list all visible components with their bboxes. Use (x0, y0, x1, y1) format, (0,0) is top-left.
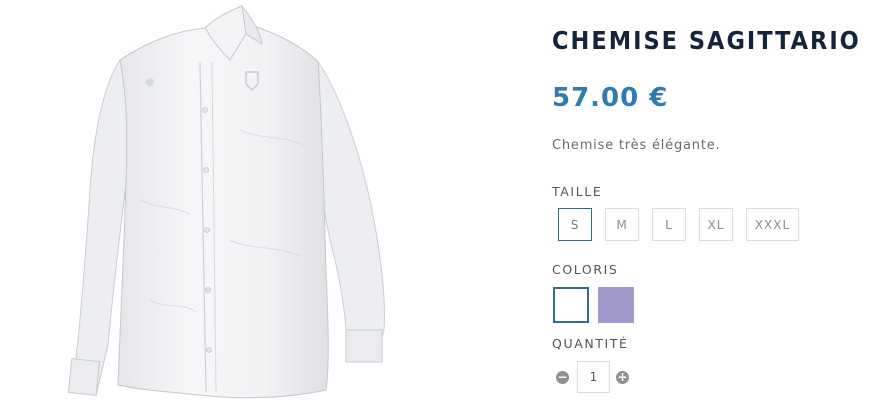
minus-circle-icon[interactable]: − (556, 370, 569, 384)
size-option-xl[interactable]: XL (699, 208, 733, 241)
quantity-stepper: − + (556, 361, 629, 393)
product-price: 57.00 € (552, 83, 669, 113)
color-label: COLORIS (552, 262, 619, 277)
size-option-s[interactable]: S (558, 208, 592, 241)
size-option-l[interactable]: L (652, 208, 686, 241)
plus-circle-icon[interactable]: + (616, 370, 629, 384)
color-selector (553, 287, 643, 323)
size-option-xxxl[interactable]: XXXL (746, 208, 799, 241)
quantity-label: QUANTITÉ (552, 336, 629, 351)
size-option-m[interactable]: M (605, 208, 639, 241)
product-description: Chemise très élégante. (552, 138, 721, 153)
size-label: TAILLE (552, 184, 603, 199)
quantity-input[interactable] (577, 361, 610, 393)
size-selector: S M L XL XXXL (558, 208, 812, 241)
product-info: CHEMISE SAGITTARIO 57.00 € Chemise très … (552, 0, 882, 415)
shirt-image (67, 4, 385, 399)
product-image (0, 0, 480, 415)
color-swatch-lavender[interactable] (598, 287, 634, 323)
product-title: CHEMISE SAGITTARIO (552, 26, 861, 55)
color-swatch-white[interactable] (553, 287, 589, 323)
